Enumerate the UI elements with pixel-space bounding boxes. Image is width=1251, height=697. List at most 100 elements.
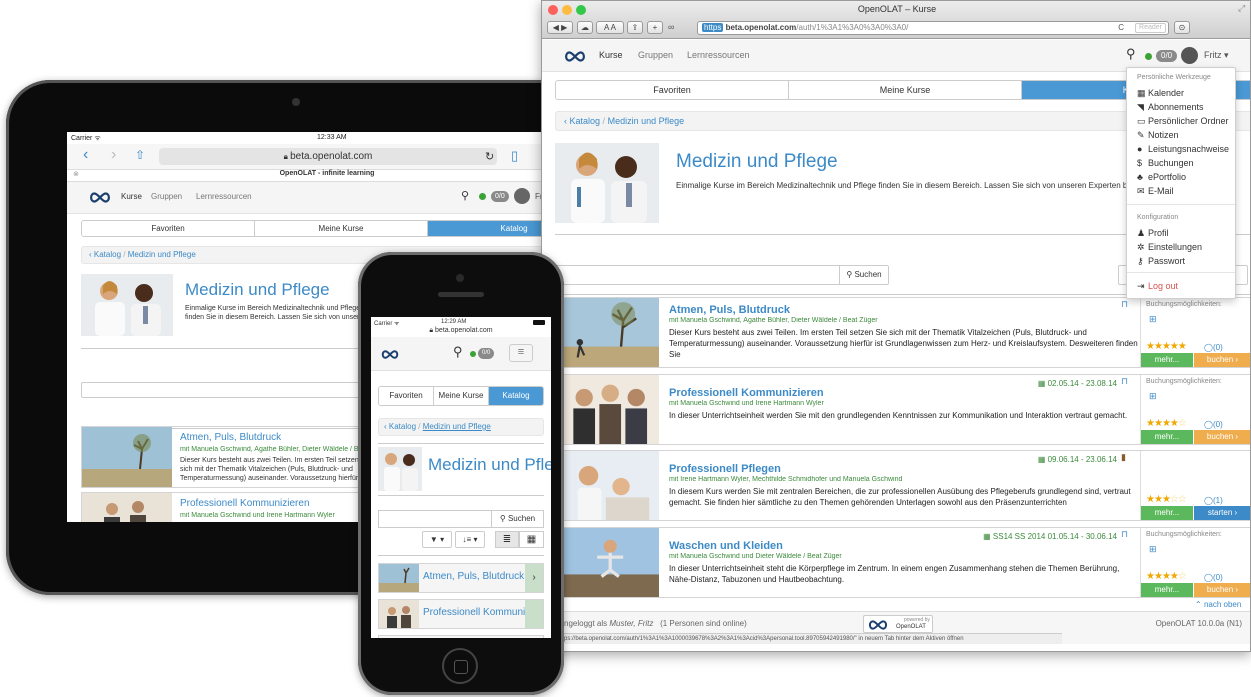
rating-stars[interactable]: ★★★★★ xyxy=(1146,341,1187,352)
bookmark-icon[interactable]: ▮ xyxy=(1121,452,1126,463)
bookmark-icon[interactable]: ⊓ xyxy=(1121,529,1128,540)
rating-stars[interactable]: ★★★★☆ xyxy=(1146,418,1187,429)
nav-kurse[interactable]: Kurse xyxy=(121,192,142,201)
menu-item-notizen[interactable]: ✎ Notizen xyxy=(1137,130,1179,141)
menu-item-eportfolio[interactable]: ♣ ePortfolio xyxy=(1137,172,1186,182)
back-icon[interactable]: ‹ xyxy=(83,146,88,164)
menu-item-profil[interactable]: ♟ Profil xyxy=(1137,228,1169,239)
breadcrumb-katalog[interactable]: Katalog xyxy=(389,422,416,431)
menu-item-buchungen[interactable]: $ Buchungen xyxy=(1137,158,1194,168)
book-button[interactable]: buchen › xyxy=(1194,353,1250,367)
menu-item-email[interactable]: ✉ E-Mail xyxy=(1137,186,1174,197)
nav-lernressourcen[interactable]: Lernressourcen xyxy=(687,50,750,60)
course-title[interactable]: Professionell Kommunizieren xyxy=(669,387,824,399)
more-button[interactable]: mehr... xyxy=(1141,353,1193,367)
nav-kurse[interactable]: Kurse xyxy=(599,50,623,60)
comments-count[interactable]: ◯(1) xyxy=(1204,496,1223,505)
share-icon[interactable]: ⇪ xyxy=(627,21,643,34)
text-size-buttons[interactable]: A A xyxy=(596,21,624,34)
bookmark-icon[interactable]: ⊓ xyxy=(1121,376,1128,387)
notification-badge[interactable]: 0/0 xyxy=(478,348,495,359)
comments-count[interactable]: ◯(0) xyxy=(1204,343,1223,352)
grid-view-icon[interactable]: ▦ xyxy=(519,531,544,548)
tab-favoriten[interactable]: Favoriten xyxy=(556,81,789,99)
reload-icon[interactable]: C xyxy=(1118,22,1124,34)
forward-icon[interactable]: › xyxy=(111,146,116,164)
bookmarks-icon[interactable]: ▯ xyxy=(511,148,518,164)
user-menu-toggle[interactable]: Fritz ▾ xyxy=(1204,50,1229,61)
bookmark-icon[interactable]: ⊓ xyxy=(1121,299,1128,310)
tablet-url-field[interactable]: 🔒︎ beta.openolat.com xyxy=(159,148,497,165)
course-row[interactable] xyxy=(378,635,544,638)
breadcrumb-katalog[interactable]: Katalog xyxy=(94,250,121,259)
tab-meine-kurse[interactable]: Meine Kurse xyxy=(434,387,489,405)
course-title[interactable]: Waschen und Kleiden xyxy=(669,540,783,552)
nav-gruppen[interactable]: Gruppen xyxy=(638,50,673,60)
comments-count[interactable]: ◯(0) xyxy=(1204,420,1223,429)
reading-list-icon[interactable]: ∞ xyxy=(668,22,674,32)
reload-icon[interactable]: ↻ xyxy=(485,150,494,163)
filter-dropdown[interactable]: ▼ ▾ xyxy=(422,531,452,548)
sort-dropdown[interactable]: ↓≡ ▾ xyxy=(455,531,485,548)
tab-meine-kurse[interactable]: Meine Kurse xyxy=(255,221,428,236)
more-button[interactable]: mehr... xyxy=(1141,583,1193,597)
menu-item-einstellungen[interactable]: ✲ Einstellungen xyxy=(1137,242,1202,253)
menu-item-kalender[interactable]: ▦ Kalender xyxy=(1137,88,1184,99)
menu-item-ordner[interactable]: ▭ Persönlicher Ordner xyxy=(1137,116,1229,127)
comments-count[interactable]: ◯(0) xyxy=(1204,573,1223,582)
notification-badge[interactable]: 0/0 xyxy=(491,191,509,202)
phone-url[interactable]: 🔒︎ beta.openolat.com xyxy=(371,327,551,335)
reader-button[interactable]: Reader xyxy=(1135,23,1166,33)
openolat-logo-icon[interactable] xyxy=(89,192,111,203)
more-button[interactable]: mehr... xyxy=(1141,506,1193,520)
menu-item-passwort[interactable]: ⚷ Passwort xyxy=(1137,256,1185,267)
tab-katalog[interactable]: Katalog xyxy=(489,387,543,405)
icloud-icon[interactable]: ☁ xyxy=(577,21,593,34)
more-button[interactable]: mehr... xyxy=(1141,430,1193,444)
back-to-top-link[interactable]: ⌃ nach oben xyxy=(1195,600,1241,609)
avatar[interactable] xyxy=(1181,47,1198,64)
home-button[interactable] xyxy=(442,648,478,684)
search-button[interactable]: ⚲ Suchen xyxy=(491,510,544,528)
powered-by-badge[interactable]: powered by OpenOLAT xyxy=(863,615,933,633)
fullscreen-icon[interactable]: ⤢ xyxy=(1238,3,1245,14)
search-icon[interactable]: ⚲ xyxy=(461,189,469,202)
tab-meine-kurse[interactable]: Meine Kurse xyxy=(789,81,1022,99)
avatar[interactable] xyxy=(514,188,530,204)
start-button[interactable]: starten › xyxy=(1194,506,1250,520)
menu-item-logout[interactable]: ⇥ Log out xyxy=(1137,281,1178,292)
tab-favoriten[interactable]: Favoriten xyxy=(379,387,434,405)
course-title[interactable]: Professionell Pflegen xyxy=(669,463,781,475)
breadcrumb-katalog[interactable]: Katalog xyxy=(570,116,601,126)
course-row[interactable]: Professionell Kommunizieren xyxy=(378,599,544,629)
back-forward-buttons[interactable]: ◀ ▶ xyxy=(547,21,573,34)
openolat-logo-icon[interactable] xyxy=(564,51,586,62)
search-input[interactable] xyxy=(378,510,492,528)
search-icon[interactable]: ⚲ xyxy=(1126,46,1136,62)
course-title[interactable]: Atmen, Puls, Blutdruck xyxy=(669,304,790,316)
book-button[interactable]: buchen › xyxy=(1194,583,1250,597)
chevron-right-icon[interactable]: › xyxy=(525,564,543,592)
search-input[interactable] xyxy=(555,265,840,285)
list-view-icon[interactable]: ≣ xyxy=(495,531,519,548)
share-icon[interactable]: ⇧ xyxy=(135,148,145,162)
rating-stars[interactable]: ★★★☆☆ xyxy=(1146,494,1187,505)
nav-lernressourcen[interactable]: Lernressourcen xyxy=(196,192,252,201)
book-button[interactable]: buchen › xyxy=(1194,430,1250,444)
course-title[interactable]: Atmen, Puls, Blutdruck xyxy=(180,432,281,443)
search-button[interactable]: ⚲ Suchen xyxy=(839,265,889,285)
close-tab-icon[interactable]: ⊗ xyxy=(73,170,79,178)
nav-gruppen[interactable]: Gruppen xyxy=(151,192,182,201)
search-icon[interactable]: ⚲ xyxy=(453,344,463,360)
course-title[interactable]: Professionell Kommunizieren xyxy=(180,498,310,509)
openolat-logo-icon[interactable] xyxy=(381,350,399,359)
menu-item-leistungsnachweise[interactable]: ● Leistungsnachweise xyxy=(1137,144,1229,154)
menu-item-abonnements[interactable]: ◥ Abonnements xyxy=(1137,102,1204,113)
address-bar[interactable]: https beta.openolat.com/auth/1%3A1%3A0%3… xyxy=(697,21,1169,35)
add-tab-icon[interactable]: + xyxy=(647,21,663,34)
chevron-right-icon[interactable] xyxy=(525,600,543,628)
notification-badge[interactable]: 0/0 xyxy=(1156,50,1178,62)
hamburger-menu-icon[interactable]: ≡ xyxy=(509,344,533,362)
course-row[interactable]: Atmen, Puls, Blutdruck › xyxy=(378,563,544,593)
rating-stars[interactable]: ★★★★☆ xyxy=(1146,571,1187,582)
